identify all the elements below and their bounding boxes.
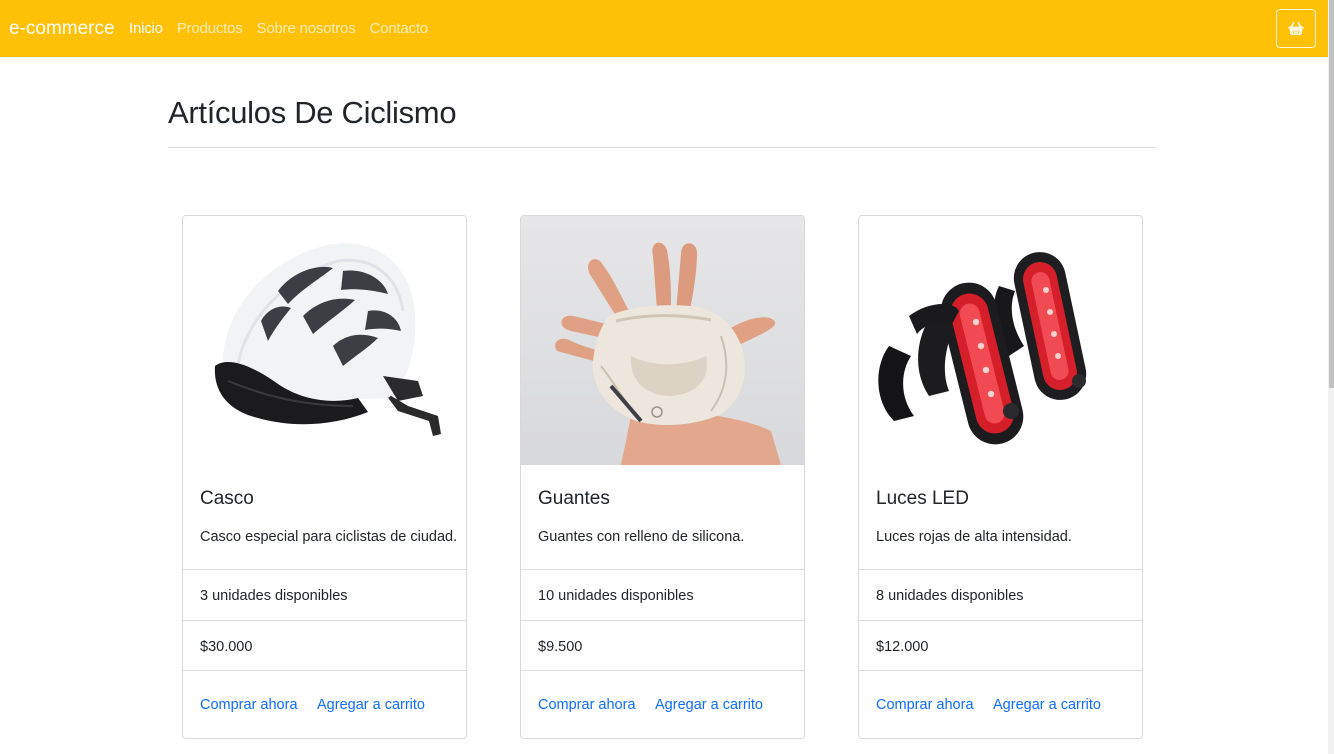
product-price: $30.000 [200, 639, 253, 655]
add-to-cart-link[interactable]: Agregar a carrito [993, 695, 1101, 715]
product-image-luces-led [859, 216, 1142, 465]
page-title: Artículos De Ciclismo [168, 95, 457, 130]
product-price: $9.500 [538, 639, 583, 655]
nav-link-contacto[interactable]: Contacto [370, 19, 429, 39]
nav-link-inicio[interactable]: Inicio [129, 19, 163, 39]
nav-link-sobre-nosotros[interactable]: Sobre nosotros [257, 19, 356, 39]
scrollbar-thumb[interactable] [1329, 0, 1334, 388]
nav-link-productos[interactable]: Productos [177, 19, 243, 39]
add-to-cart-link[interactable]: Agregar a carrito [317, 695, 425, 715]
buy-now-link[interactable]: Comprar ahora [538, 695, 636, 715]
product-name: Luces LED [876, 488, 969, 509]
product-description: Casco especial para ciclistas de ciudad. [200, 529, 458, 545]
brand-logo[interactable]: e-commerce [9, 17, 115, 41]
product-price: $12.000 [876, 639, 929, 655]
top-navbar: e-commerce Inicio Productos Sobre nosotr… [0, 0, 1328, 57]
list-divider [859, 620, 1142, 621]
list-divider [183, 670, 466, 671]
product-card-luces-led: Luces LED Luces rojas de alta intensidad… [858, 215, 1143, 739]
list-divider [521, 620, 804, 621]
led-lights-image [859, 216, 1142, 465]
product-description: Luces rojas de alta intensidad. [876, 529, 1072, 545]
cart-button[interactable] [1276, 9, 1316, 48]
add-to-cart-link[interactable]: Agregar a carrito [655, 695, 763, 715]
page-scrollbar[interactable] [1328, 0, 1334, 754]
product-card-casco: Casco Casco especial para ciclistas de c… [182, 215, 467, 739]
buy-now-link[interactable]: Comprar ahora [200, 695, 298, 715]
list-divider [183, 620, 466, 621]
buy-now-link[interactable]: Comprar ahora [876, 695, 974, 715]
product-name: Guantes [538, 488, 610, 509]
list-divider [521, 569, 804, 570]
product-description: Guantes con relleno de silicona. [538, 529, 745, 545]
product-stock: 3 unidades disponibles [200, 588, 348, 604]
basket-icon [1288, 21, 1304, 35]
nav-links: Inicio Productos Sobre nosotros Contacto [129, 19, 442, 39]
cycling-glove-image [521, 216, 804, 465]
list-divider [859, 670, 1142, 671]
product-stock: 8 unidades disponibles [876, 588, 1024, 604]
list-divider [521, 670, 804, 671]
list-divider [859, 569, 1142, 570]
title-divider [168, 147, 1156, 148]
product-stock: 10 unidades disponibles [538, 588, 694, 604]
product-card-guantes: Guantes Guantes con relleno de silicona.… [520, 215, 805, 739]
product-image-guantes [521, 216, 804, 465]
product-image-casco [183, 216, 466, 465]
list-divider [183, 569, 466, 570]
bike-helmet-image [183, 216, 466, 465]
product-name: Casco [200, 488, 254, 509]
